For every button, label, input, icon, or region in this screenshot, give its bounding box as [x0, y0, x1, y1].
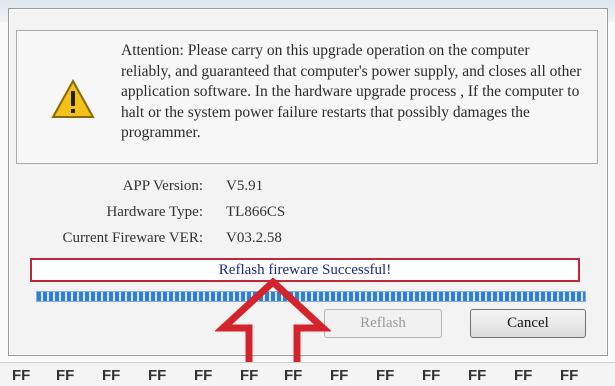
firmware-version-value: V03.2.58 — [226, 230, 282, 246]
reflash-button[interactable]: Reflash — [324, 309, 442, 338]
cancel-button[interactable]: Cancel — [470, 309, 586, 338]
hex-cell: FF — [514, 367, 533, 384]
warning-panel: Attention: Please carry on this upgrade … — [16, 30, 598, 164]
warning-icon — [51, 79, 95, 118]
hex-cell: FF — [376, 367, 395, 384]
hex-cell: FF — [12, 367, 31, 384]
firmware-version-label: Current Fireware VER: — [62, 230, 203, 246]
hex-buffer-strip: FF FF FF FF FF FF FF FF FF FF FF FF FF — [0, 362, 615, 386]
app-version-value: V5.91 — [226, 178, 264, 194]
hex-cell: FF — [56, 367, 75, 384]
warning-message: Attention: Please carry on this upgrade … — [121, 42, 582, 141]
hex-cell: FF — [330, 367, 349, 384]
hex-cell: FF — [468, 367, 487, 384]
app-version-label: APP Version: — [122, 178, 203, 194]
hex-cell: FF — [240, 367, 259, 384]
hex-cell: FF — [560, 367, 579, 384]
hardware-type-label: Hardware Type: — [106, 204, 203, 220]
hardware-type-value: TL866CS — [226, 204, 286, 220]
hex-cell: FF — [194, 367, 213, 384]
hex-cell: FF — [422, 367, 441, 384]
hex-cell: FF — [102, 367, 121, 384]
hex-cell: FF — [284, 367, 303, 384]
hex-cell: FF — [148, 367, 167, 384]
